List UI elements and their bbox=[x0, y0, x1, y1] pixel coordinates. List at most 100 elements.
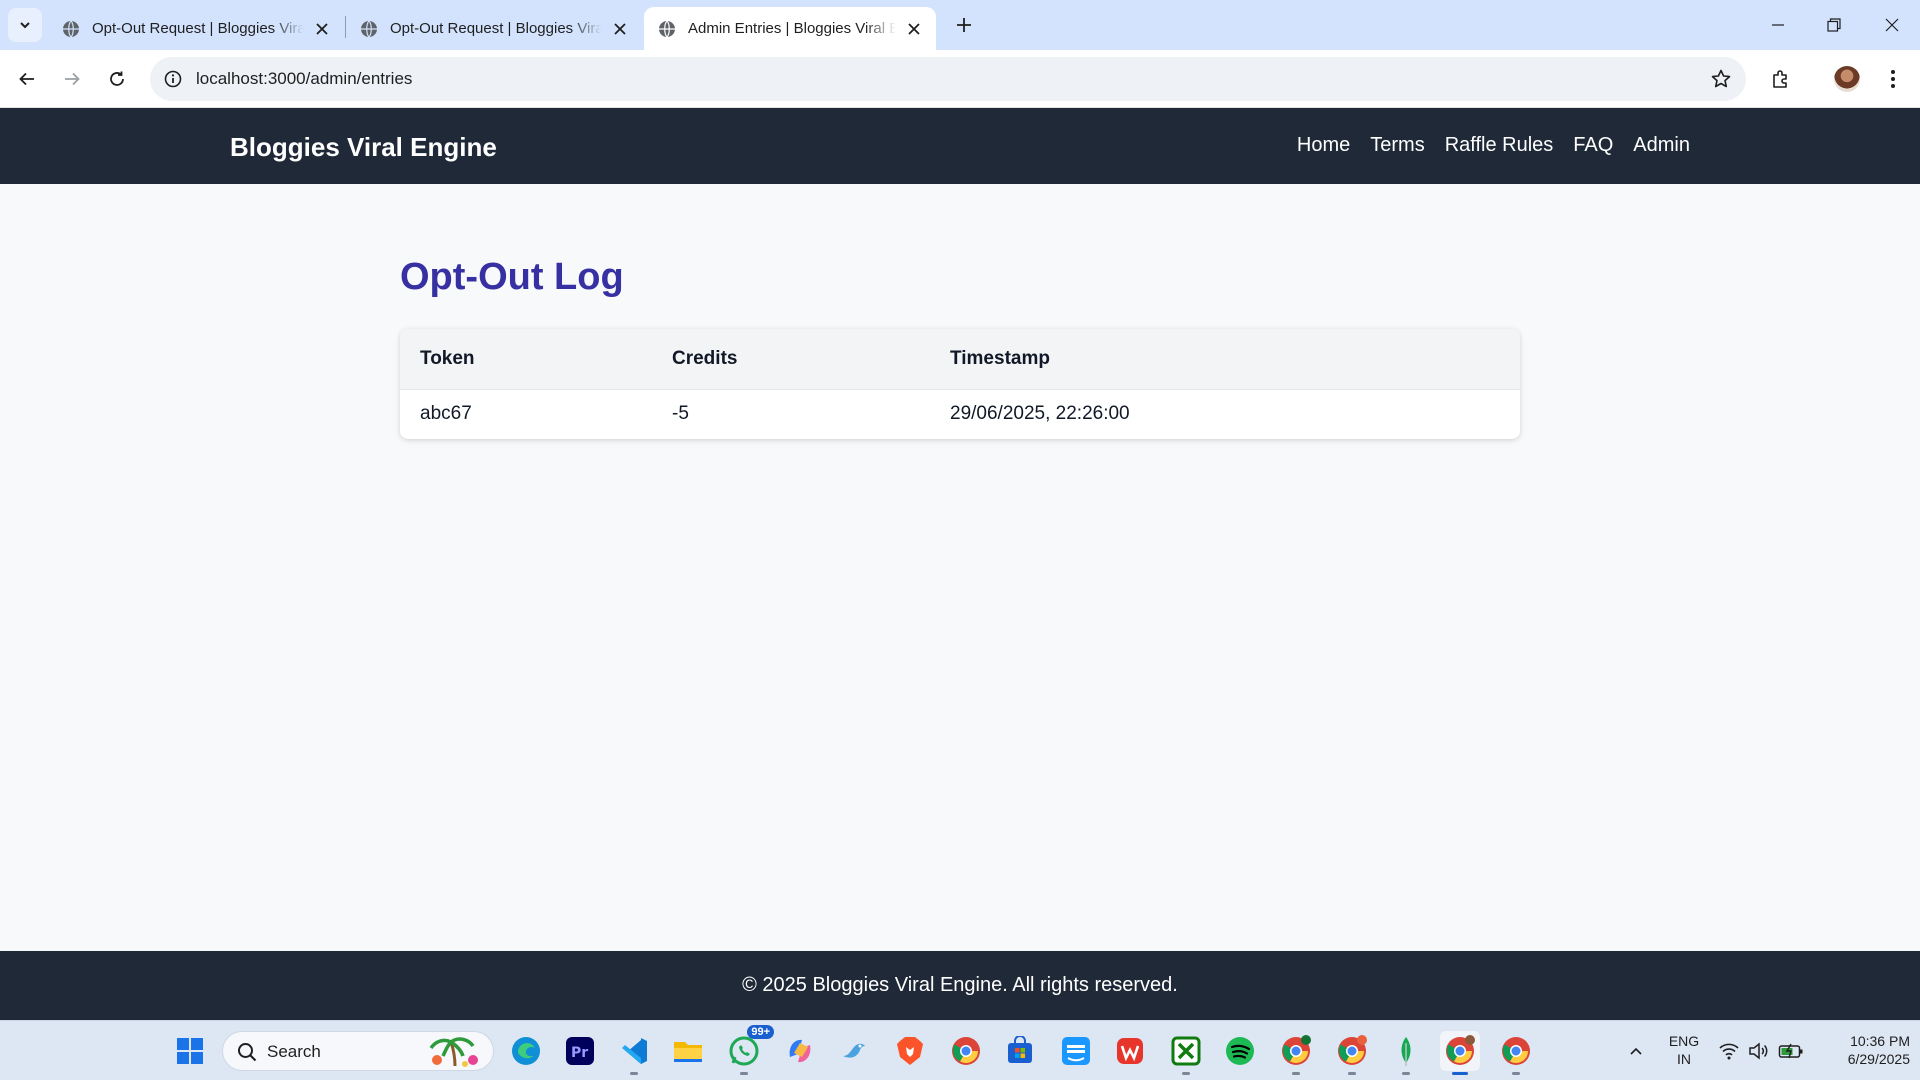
tab-title: Admin Entries | Bloggies Viral Engine bbox=[688, 20, 896, 37]
taskbar-store[interactable] bbox=[1000, 1031, 1040, 1071]
tab-title: Opt-Out Request | Bloggies Viral Engine bbox=[390, 20, 602, 37]
taskbar-app-bird[interactable] bbox=[834, 1031, 874, 1071]
browser-menu-button[interactable] bbox=[1876, 62, 1910, 96]
taskbar-chrome-active[interactable] bbox=[1440, 1031, 1480, 1075]
volume-icon bbox=[1749, 1042, 1768, 1060]
browser-toolbar: localhost:3000/admin/entries bbox=[0, 50, 1920, 108]
taskbar-chrome-profile-a[interactable] bbox=[1276, 1031, 1316, 1075]
xbox-icon bbox=[1171, 1036, 1201, 1066]
column-header-credits: Credits bbox=[672, 347, 738, 369]
show-hidden-icons-button[interactable] bbox=[1616, 1031, 1656, 1071]
edge-icon bbox=[512, 1037, 540, 1065]
back-button[interactable] bbox=[10, 62, 44, 96]
avatar bbox=[1834, 66, 1860, 92]
prime-video-icon bbox=[1062, 1037, 1090, 1065]
new-tab-button[interactable] bbox=[950, 11, 978, 39]
taskbar-copilot[interactable] bbox=[780, 1031, 820, 1071]
nav-link-home[interactable]: Home bbox=[1297, 134, 1350, 157]
taskbar-brave[interactable] bbox=[890, 1031, 930, 1071]
taskbar-file-explorer[interactable] bbox=[668, 1031, 708, 1071]
chevron-up-icon bbox=[1630, 1047, 1642, 1055]
browser-tab-1[interactable]: Opt-Out Request | Bloggies Viral Engine bbox=[48, 7, 344, 50]
taskbar-chrome-profile-b[interactable] bbox=[1332, 1031, 1372, 1075]
wifi-icon bbox=[1719, 1043, 1739, 1060]
profile-button[interactable] bbox=[1830, 62, 1864, 96]
tab-title: Opt-Out Request | Bloggies Viral Engine bbox=[92, 20, 304, 37]
tab-search-button[interactable] bbox=[8, 8, 42, 42]
nav-link-raffle-rules[interactable]: Raffle Rules bbox=[1445, 134, 1554, 157]
page-title: Opt-Out Log bbox=[400, 256, 624, 298]
column-header-timestamp: Timestamp bbox=[950, 347, 1050, 369]
clock-date: 6/29/2025 bbox=[1847, 1051, 1910, 1067]
browser-tab-2[interactable]: Opt-Out Request | Bloggies Viral Engine bbox=[346, 7, 642, 50]
taskbar-xbox[interactable] bbox=[1166, 1031, 1206, 1075]
nav-link-faq[interactable]: FAQ bbox=[1573, 134, 1613, 157]
taskbar-spotify[interactable] bbox=[1220, 1031, 1260, 1071]
taskbar-mongodb[interactable] bbox=[1386, 1031, 1426, 1075]
reload-button[interactable] bbox=[100, 62, 134, 96]
opt-out-table-card: Token Credits Timestamp abc67 -5 29/06/2… bbox=[400, 329, 1520, 439]
taskbar-whatsapp[interactable]: 99+ bbox=[724, 1025, 774, 1075]
taskbar-search[interactable]: Search bbox=[222, 1031, 494, 1071]
battery-charging-icon bbox=[1778, 1043, 1803, 1059]
cell-timestamp: 29/06/2025, 22:26:00 bbox=[950, 403, 1130, 425]
taskbar-premiere[interactable]: Pr bbox=[560, 1031, 600, 1071]
taskbar-prime-video[interactable] bbox=[1056, 1031, 1096, 1071]
main-nav: Home Terms Raffle Rules FAQ Admin bbox=[1297, 134, 1690, 157]
opt-out-table: Token Credits Timestamp abc67 -5 29/06/2… bbox=[400, 329, 1520, 439]
bookmark-star-icon[interactable] bbox=[1710, 68, 1732, 90]
start-button[interactable] bbox=[170, 1031, 210, 1071]
search-icon bbox=[238, 1043, 257, 1062]
svg-text:Pr: Pr bbox=[571, 1045, 588, 1061]
nav-link-admin[interactable]: Admin bbox=[1633, 134, 1690, 157]
minimize-button[interactable] bbox=[1750, 0, 1806, 50]
browser-tab-3[interactable]: Admin Entries | Bloggies Viral Engine bbox=[644, 7, 936, 50]
palm-tree-icon bbox=[429, 1037, 478, 1067]
store-icon bbox=[1008, 1036, 1032, 1063]
clock[interactable]: 10:36 PM 6/29/2025 bbox=[1818, 1032, 1910, 1068]
address-bar[interactable]: localhost:3000/admin/entries bbox=[150, 57, 1746, 101]
close-tab-icon[interactable] bbox=[312, 19, 332, 39]
taskbar-edge[interactable] bbox=[506, 1031, 546, 1071]
globe-icon bbox=[659, 20, 675, 37]
language-indicator[interactable]: ENG IN bbox=[1662, 1032, 1706, 1068]
close-window-button[interactable] bbox=[1864, 0, 1920, 50]
taskbar-wps[interactable] bbox=[1110, 1031, 1150, 1071]
plus-icon bbox=[957, 18, 971, 32]
table-header-row: Token Credits Timestamp bbox=[400, 329, 1520, 389]
footer-copyright: © 2025 Bloggies Viral Engine. All rights… bbox=[742, 974, 1178, 996]
close-tab-icon[interactable] bbox=[610, 19, 630, 39]
site-brand[interactable]: Bloggies Viral Engine bbox=[230, 132, 497, 163]
forward-button[interactable] bbox=[55, 62, 89, 96]
site-info-icon[interactable] bbox=[162, 68, 184, 90]
restore-button[interactable] bbox=[1806, 0, 1862, 50]
clock-time: 10:36 PM bbox=[1850, 1033, 1910, 1049]
reload-icon bbox=[110, 71, 124, 86]
taskbar-chrome-2[interactable] bbox=[1496, 1031, 1536, 1075]
taskbar-vscode[interactable] bbox=[614, 1031, 654, 1075]
arrow-right-icon bbox=[65, 72, 80, 86]
nav-link-terms[interactable]: Terms bbox=[1370, 134, 1424, 157]
chrome-icon bbox=[1282, 1035, 1311, 1065]
search-label: Search bbox=[267, 1042, 321, 1061]
taskbar-chrome-1[interactable] bbox=[946, 1031, 986, 1071]
whatsapp-icon bbox=[729, 1036, 759, 1066]
url-text[interactable]: localhost:3000/admin/entries bbox=[196, 69, 412, 89]
running-indicator bbox=[740, 1072, 748, 1075]
extensions-button[interactable] bbox=[1764, 62, 1798, 96]
column-header-token: Token bbox=[420, 347, 475, 369]
globe-icon bbox=[361, 20, 377, 37]
arrow-left-icon bbox=[19, 72, 34, 86]
table-row: abc67 -5 29/06/2025, 22:26:00 bbox=[400, 389, 1520, 439]
chrome-icon bbox=[1338, 1035, 1367, 1065]
running-indicator bbox=[630, 1072, 638, 1075]
close-tab-icon[interactable] bbox=[904, 19, 924, 39]
chevron-down-icon bbox=[20, 22, 30, 29]
premiere-pro-icon: Pr bbox=[566, 1037, 594, 1065]
running-indicator bbox=[1452, 1072, 1468, 1075]
cell-token: abc67 bbox=[420, 403, 472, 425]
chrome-icon bbox=[1446, 1035, 1475, 1065]
restore-icon bbox=[1827, 18, 1841, 32]
quick-settings[interactable] bbox=[1712, 1031, 1810, 1071]
running-indicator bbox=[1512, 1072, 1520, 1075]
